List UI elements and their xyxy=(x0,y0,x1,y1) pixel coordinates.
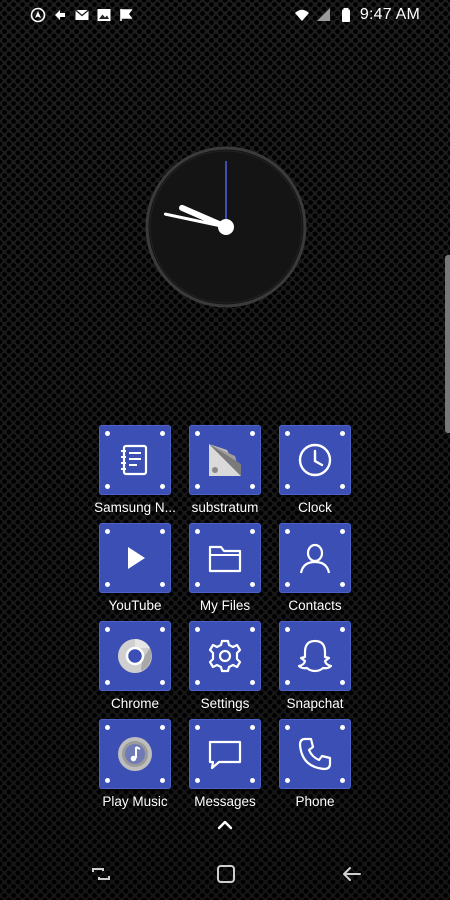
app-substratum[interactable]: substratum xyxy=(180,423,270,521)
sync-icon xyxy=(52,7,68,23)
app-tile xyxy=(99,523,171,593)
home-button[interactable] xyxy=(212,861,240,887)
gear-icon xyxy=(205,636,245,676)
status-bar: 9:47 AM xyxy=(0,0,450,32)
contact-icon xyxy=(295,538,335,578)
app-samsung-notes[interactable]: Samsung N... xyxy=(90,423,180,521)
android-auto-icon xyxy=(30,7,46,23)
wifi-icon xyxy=(294,7,310,23)
back-arrow-icon xyxy=(343,867,361,881)
clock-icon xyxy=(295,440,335,480)
app-youtube[interactable]: YouTube xyxy=(90,521,180,619)
app-tile xyxy=(99,719,171,789)
app-label: Messages xyxy=(194,794,256,809)
system-icons: 9:47 AM xyxy=(294,6,420,24)
app-label: Phone xyxy=(295,794,335,809)
signal-icon xyxy=(316,7,332,23)
edge-panel-handle[interactable] xyxy=(445,255,450,433)
chrome-icon xyxy=(115,636,155,676)
status-time: 9:47 AM xyxy=(359,6,420,23)
app-my-files[interactable]: My Files xyxy=(180,521,270,619)
app-label: Play Music xyxy=(102,794,168,809)
play-icon xyxy=(115,538,155,578)
notification-icons xyxy=(30,7,134,23)
app-grid: Samsung N... substratum Clock YouTube My… xyxy=(90,423,362,815)
app-label: Snapchat xyxy=(286,696,344,711)
battery-icon xyxy=(338,7,354,23)
music-icon xyxy=(115,734,155,774)
back-button[interactable] xyxy=(338,861,366,887)
app-tile xyxy=(189,523,261,593)
app-tile xyxy=(189,425,261,495)
substratum-icon xyxy=(205,440,245,480)
email-icon xyxy=(74,7,90,23)
image-icon xyxy=(96,7,112,23)
app-play-music[interactable]: Play Music xyxy=(90,717,180,815)
app-tile xyxy=(279,621,351,691)
notes-icon xyxy=(115,440,155,480)
app-messages[interactable]: Messages xyxy=(180,717,270,815)
app-label: YouTube xyxy=(108,598,162,613)
home-icon xyxy=(217,865,235,883)
app-settings[interactable]: Settings xyxy=(180,619,270,717)
app-snapchat[interactable]: Snapchat xyxy=(270,619,360,717)
app-tile xyxy=(279,719,351,789)
app-tile xyxy=(99,621,171,691)
app-label: My Files xyxy=(199,598,251,613)
analog-clock-widget[interactable] xyxy=(145,146,307,308)
phone-icon xyxy=(295,734,335,774)
recents-icon xyxy=(92,868,110,880)
app-chrome[interactable]: Chrome xyxy=(90,619,180,717)
app-tile xyxy=(189,719,261,789)
ghost-icon xyxy=(295,636,335,676)
app-label: Samsung N... xyxy=(94,500,176,515)
app-tile xyxy=(99,425,171,495)
recents-button[interactable] xyxy=(87,861,115,887)
app-label: substratum xyxy=(191,500,259,515)
flag-icon xyxy=(118,7,134,23)
app-label: Clock xyxy=(298,500,332,515)
app-contacts[interactable]: Contacts xyxy=(270,521,360,619)
app-label: Chrome xyxy=(110,696,159,711)
message-icon xyxy=(205,734,245,774)
navigation-bar xyxy=(0,848,450,900)
app-label: Contacts xyxy=(288,598,342,613)
app-drawer-chevron-up-icon[interactable] xyxy=(216,818,234,832)
app-tile xyxy=(189,621,261,691)
app-label: Settings xyxy=(200,696,250,711)
folder-icon xyxy=(205,538,245,578)
app-phone[interactable]: Phone xyxy=(270,717,360,815)
app-tile xyxy=(279,425,351,495)
app-clock[interactable]: Clock xyxy=(270,423,360,521)
clock-center-cap xyxy=(218,219,234,235)
app-tile xyxy=(279,523,351,593)
